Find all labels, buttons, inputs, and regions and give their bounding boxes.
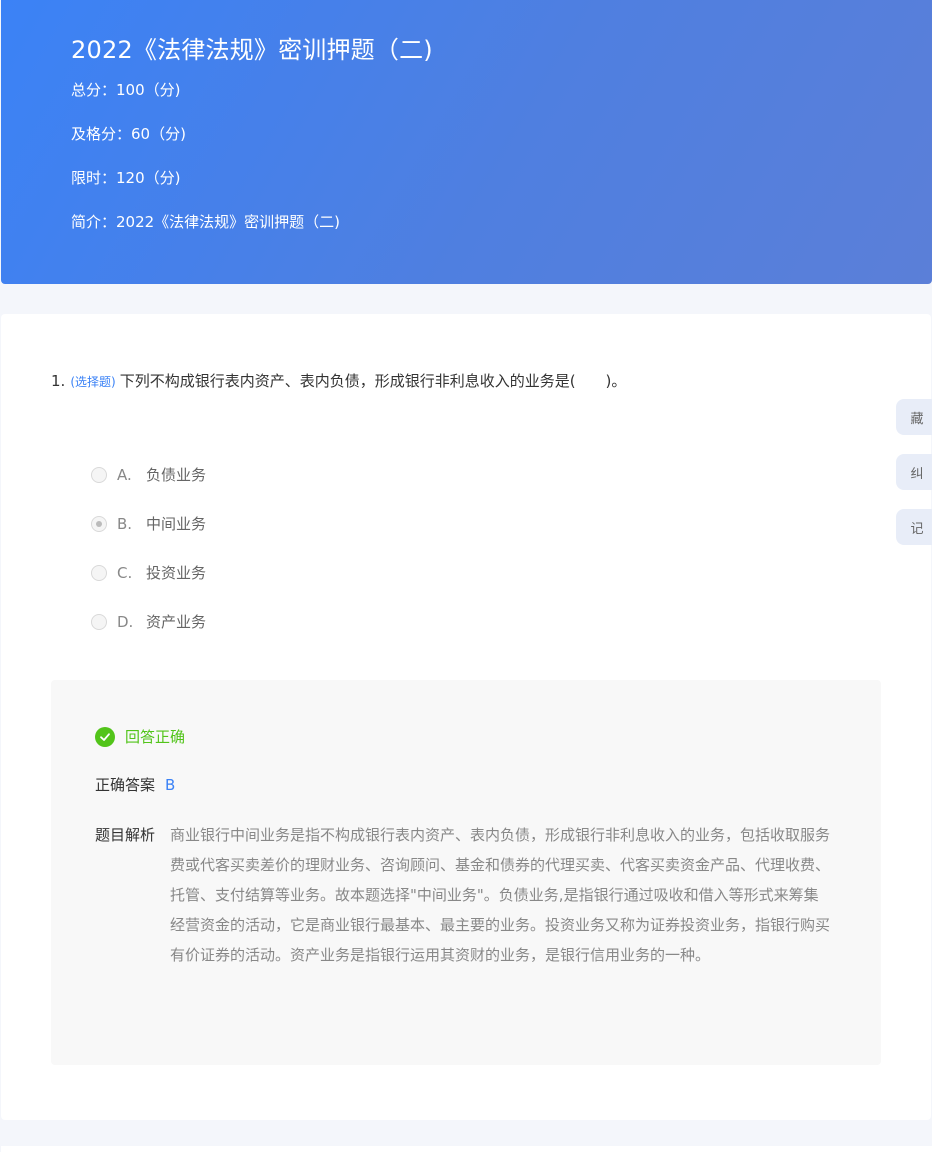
option-letter: A. <box>117 465 132 484</box>
pass-score: 及格分：60（分) <box>71 125 186 143</box>
option-letter: B. <box>117 514 133 533</box>
exam-intro: 简介：2022《法律法规》密训押题（二) <box>71 213 341 231</box>
question-card: 1. (选择题) 下列不构成银行表内资产、表内负债，形成银行非利息收入的业务是(… <box>1 314 931 1120</box>
radio-button[interactable] <box>91 564 107 581</box>
correct-answer-row: 正确答案 B <box>95 774 175 795</box>
check-circle-icon <box>95 726 115 747</box>
option-c[interactable]: C. 投资业务 <box>91 548 206 597</box>
option-d[interactable]: D. 资产业务 <box>91 597 206 646</box>
question-number: 1. <box>51 372 66 390</box>
time-limit: 限时：120（分) <box>71 169 181 187</box>
option-list: A. 负债业务 B. 中间业务 C. 投资业务 D. 资产业务 <box>91 450 206 646</box>
option-text: 中间业务 <box>146 515 207 533</box>
result-text: 回答正确 <box>125 728 186 746</box>
answer-result: 回答正确 <box>95 726 185 747</box>
note-button[interactable]: 记 <box>896 509 932 545</box>
question-text: 下列不构成银行表内资产、表内负债，形成银行非利息收入的业务是( )。 <box>119 372 627 390</box>
question-stem: 1. (选择题) 下列不构成银行表内资产、表内负债，形成银行非利息收入的业务是(… <box>51 370 626 391</box>
collect-button[interactable]: 藏 <box>896 399 932 435</box>
option-text: 负债业务 <box>146 466 207 484</box>
next-card-edge <box>1 1146 932 1152</box>
radio-button[interactable] <box>91 466 107 483</box>
answer-panel: 回答正确 正确答案 B 题目解析 商业银行中间业务是指不构成银行表内资产、表内负债… <box>51 680 881 1065</box>
analysis-label: 题目解析 <box>95 826 156 844</box>
option-letter: C. <box>117 563 133 582</box>
analysis-text: 商业银行中间业务是指不构成银行表内资产、表内负债，形成银行非利息收入的业务，包括… <box>170 826 831 964</box>
correct-answer-value: B <box>165 776 176 794</box>
question-type: (选择题) <box>70 375 116 389</box>
option-b[interactable]: B. 中间业务 <box>91 499 206 548</box>
radio-button-selected[interactable] <box>91 515 107 532</box>
report-error-button[interactable]: 纠 <box>896 454 932 490</box>
analysis-row: 题目解析 商业银行中间业务是指不构成银行表内资产、表内负债，形成银行非利息收入的… <box>95 820 830 970</box>
correct-answer-label: 正确答案 <box>95 776 156 794</box>
option-a[interactable]: A. 负债业务 <box>91 450 206 499</box>
exam-header: 2022《法律法规》密训押题（二) 总分：100（分) 及格分：60（分) 限时… <box>1 0 932 284</box>
radio-button[interactable] <box>91 613 107 630</box>
option-text: 投资业务 <box>146 564 207 582</box>
option-letter: D. <box>117 612 134 631</box>
exam-title: 2022《法律法规》密训押题（二) <box>71 36 433 64</box>
option-text: 资产业务 <box>146 613 207 631</box>
total-score: 总分：100（分) <box>71 81 181 99</box>
